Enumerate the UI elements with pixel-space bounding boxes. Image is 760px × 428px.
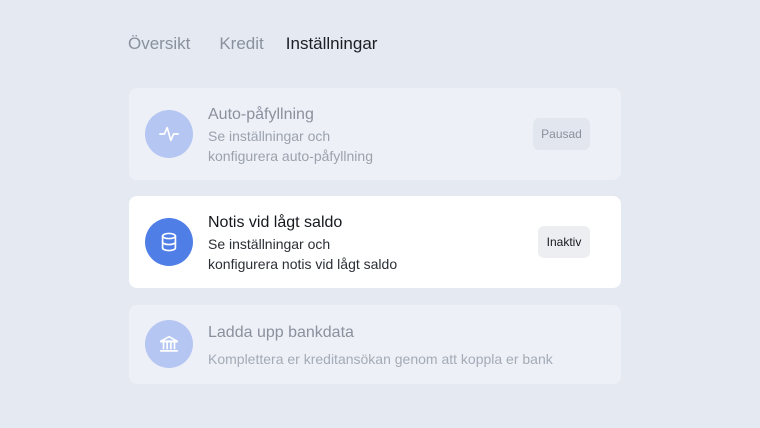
status-badge: Pausad [533, 118, 590, 150]
card-description-line: konfigurera auto-påfyllning [208, 148, 373, 164]
tab-kredit[interactable]: Kredit [219, 34, 263, 54]
upload-bank-data-text: Ladda upp bankdata Komplettera er kredit… [208, 323, 553, 369]
bank-icon [145, 320, 193, 368]
tab-oversikt[interactable]: Översikt [128, 34, 190, 54]
activity-icon [145, 110, 193, 158]
upload-bank-data-card[interactable]: Ladda upp bankdata Komplettera er kredit… [129, 305, 621, 384]
card-description-line: konfigurera notis vid lågt saldo [208, 256, 398, 272]
card-description: Komplettera er kreditansökan genom att k… [208, 351, 553, 367]
card-description-line: Se inställningar och [208, 236, 331, 252]
card-description: Se inställningar och konfigurera auto-på… [208, 126, 373, 166]
tab-installningar[interactable]: Inställningar [286, 34, 378, 54]
status-badge: Inaktiv [538, 226, 590, 258]
card-title: Notis vid lågt saldo [208, 214, 343, 231]
low-balance-alert-card[interactable]: Notis vid lågt saldo Se inställningar oc… [129, 196, 621, 288]
settings-panel: Översikt Kredit Inställningar Auto-påfyl… [0, 0, 760, 428]
auto-topup-text: Auto-påfyllning Se inställningar och kon… [208, 105, 373, 166]
low-balance-alert-text: Notis vid lågt saldo Se inställningar oc… [208, 213, 397, 274]
tab-bar: Översikt Kredit Inställningar [128, 34, 377, 54]
card-title: Auto-påfyllning [208, 106, 314, 123]
card-description: Se inställningar och konfigurera notis v… [208, 234, 397, 274]
auto-topup-card[interactable]: Auto-påfyllning Se inställningar och kon… [129, 88, 621, 180]
database-icon [145, 218, 193, 266]
card-title: Ladda upp bankdata [208, 324, 354, 341]
card-description-line: Se inställningar och [208, 128, 331, 144]
